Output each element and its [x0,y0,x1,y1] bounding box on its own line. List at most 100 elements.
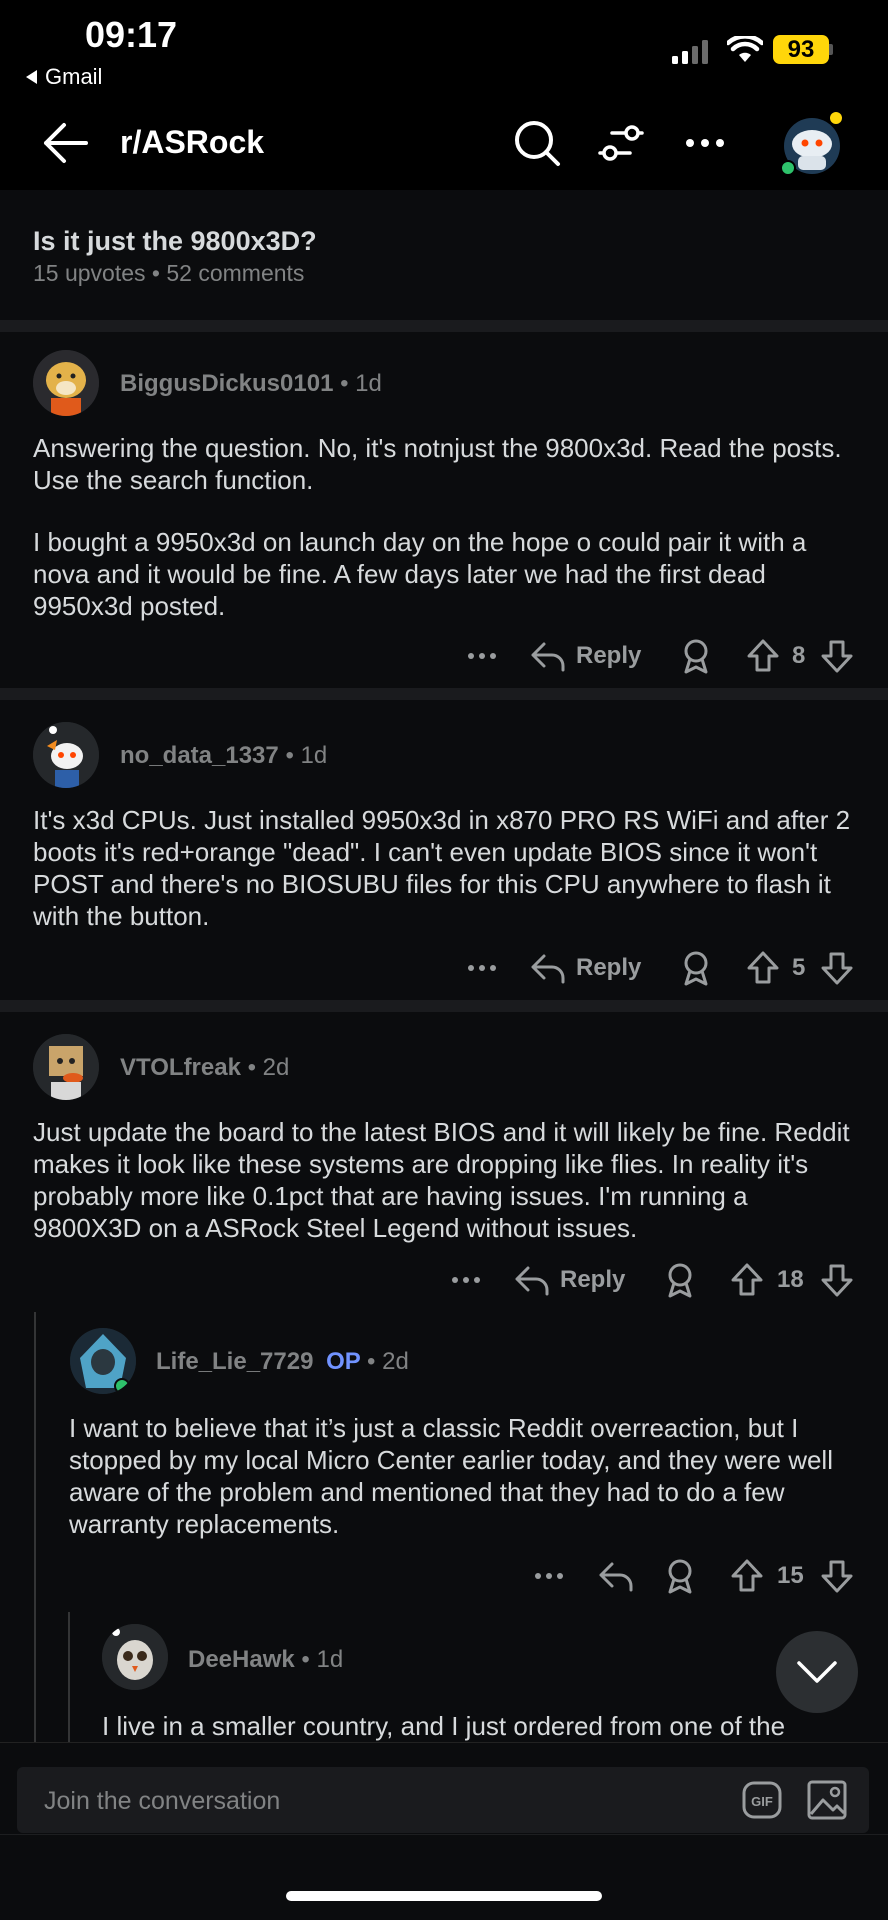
award-icon[interactable] [664,1556,696,1596]
username[interactable]: Life_Lie_7729 [156,1348,313,1375]
box-head-avatar-icon [33,1034,99,1100]
top-nav-bar: r/ASRock [0,96,888,190]
username[interactable]: BiggusDickus0101 [120,370,333,397]
scroll-next-comment-button[interactable] [776,1631,858,1713]
avatar[interactable] [33,1034,99,1100]
comment-body: Just update the board to the latest BIOS… [33,1116,863,1244]
avatar[interactable] [33,350,99,416]
wifi-icon [727,36,763,62]
vote-score: 5 [792,954,806,981]
reply-arrow-icon [531,954,565,984]
gif-icon[interactable]: GIF [742,1781,782,1819]
award-icon[interactable] [680,636,712,676]
comment-author[interactable]: Life_Lie_7729 OP • 2d [156,1348,409,1376]
cellular-signal-icon [672,40,708,64]
chevron-down-icon [797,1661,837,1683]
downvote-icon[interactable] [820,1260,854,1300]
username[interactable]: no_data_1337 [120,742,279,769]
vote-score: 8 [792,642,806,669]
back-arrow-icon[interactable] [40,120,90,166]
comment-body: I live in a smaller country, and I just … [102,1710,882,1742]
comment-body: It's x3d CPUs. Just installed 9950x3d in… [33,804,863,932]
comment: no_data_1337 • 1d It's x3d CPUs. Just in… [0,700,888,1000]
comment: BiggusDickus0101 • 1d Answering the ques… [0,332,888,688]
more-options-icon[interactable] [466,636,498,676]
upvote-icon[interactable] [730,1556,764,1596]
comment-body: Answering the question. No, it's notnjus… [33,432,863,622]
image-upload-icon[interactable] [807,1780,847,1820]
comment-author[interactable]: BiggusDickus0101 • 1d [120,370,382,398]
vote-score: 18 [777,1266,804,1293]
reply-arrow-icon [515,1266,549,1296]
more-options-icon[interactable] [450,1260,482,1300]
award-icon[interactable] [664,1260,696,1300]
comment-age: • 1d [340,370,382,397]
home-indicator[interactable] [286,1891,602,1901]
comment-actions: Reply 5 [0,948,888,988]
comment-age: • 1d [285,742,328,769]
back-to-app-link[interactable]: Gmail [26,64,102,90]
reply-arrow-icon [531,642,565,672]
status-time: 09:17 [85,14,178,55]
status-bar: 09:17 Gmail 93 [0,0,888,96]
composer-placeholder: Join the conversation [44,1787,281,1815]
back-app-label: Gmail [45,64,103,89]
downvote-icon[interactable] [820,1556,854,1596]
reply-button[interactable]: Reply [530,948,641,988]
avatar[interactable] [70,1328,136,1394]
comment-reply: DeeHawk • 1d I live in a smaller country… [70,1622,888,1742]
post-title[interactable]: Is it just the 9800x3D? [33,226,317,257]
comment-age: • 2d [247,1054,290,1081]
upvote-icon[interactable] [746,636,780,676]
comment-actions: Reply 18 [0,1260,888,1300]
more-options-icon[interactable] [466,948,498,988]
award-icon[interactable] [680,948,712,988]
snoo-avatar-icon [33,722,99,788]
upvote-icon[interactable] [730,1260,764,1300]
downvote-icon[interactable] [820,636,854,676]
comment-author[interactable]: no_data_1337 • 1d [120,742,327,770]
sort-filter-icon[interactable] [596,118,646,168]
comment-paragraph: It's x3d CPUs. Just installed 9950x3d in… [33,805,851,931]
more-options-icon[interactable] [533,1556,565,1596]
reply-arrow-icon[interactable] [598,1556,634,1596]
vote-score: 15 [777,1562,804,1589]
section-divider [0,320,888,332]
owl-avatar-icon [102,1624,168,1690]
post-header[interactable]: Is it just the 9800x3D? 15 upvotes • 52 … [0,190,888,320]
comment-actions: 15 [0,1556,888,1596]
reply-button[interactable]: Reply [514,1260,625,1300]
section-divider [0,688,888,700]
comment-composer-input[interactable]: Join the conversation GIF [17,1767,869,1833]
comment-paragraph: I bought a 9950x3d on launch day on the … [33,527,807,621]
battery-tip [829,44,833,55]
reply-label: Reply [576,954,642,981]
comment-age: • 1d [301,1646,344,1673]
comment-author[interactable]: VTOLfreak • 2d [120,1054,289,1082]
subreddit-title[interactable]: r/ASRock [120,124,264,161]
search-icon[interactable] [512,118,562,168]
comment-actions: Reply 8 [0,636,888,676]
battery-indicator: 93 [773,35,829,64]
hooded-avatar-icon [70,1328,136,1394]
upvote-icon[interactable] [746,948,780,988]
username[interactable]: DeeHawk [188,1646,295,1673]
reply-label: Reply [576,642,642,669]
comment-body: I want to believe that it’s just a class… [69,1412,869,1540]
avatar[interactable] [102,1624,168,1690]
op-badge: OP [326,1348,361,1375]
avatar[interactable] [33,722,99,788]
comment-paragraph: I want to believe that it’s just a class… [69,1413,833,1539]
post-stats: 15 upvotes • 52 comments [33,260,305,286]
username[interactable]: VTOLfreak [120,1054,241,1081]
home-area [0,1834,888,1920]
reply-button[interactable]: Reply [530,636,641,676]
comment-reply: Life_Lie_7729 OP • 2d I want to believe … [36,1320,888,1630]
comment-author[interactable]: DeeHawk • 1d [188,1646,343,1674]
section-divider [0,1000,888,1012]
downvote-icon[interactable] [820,948,854,988]
comment-paragraph: Just update the board to the latest BIOS… [33,1117,850,1243]
comment-paragraph: Answering the question. No, it's notnjus… [33,433,842,495]
user-avatar-icon[interactable] [776,106,848,178]
more-options-icon[interactable] [680,118,730,168]
